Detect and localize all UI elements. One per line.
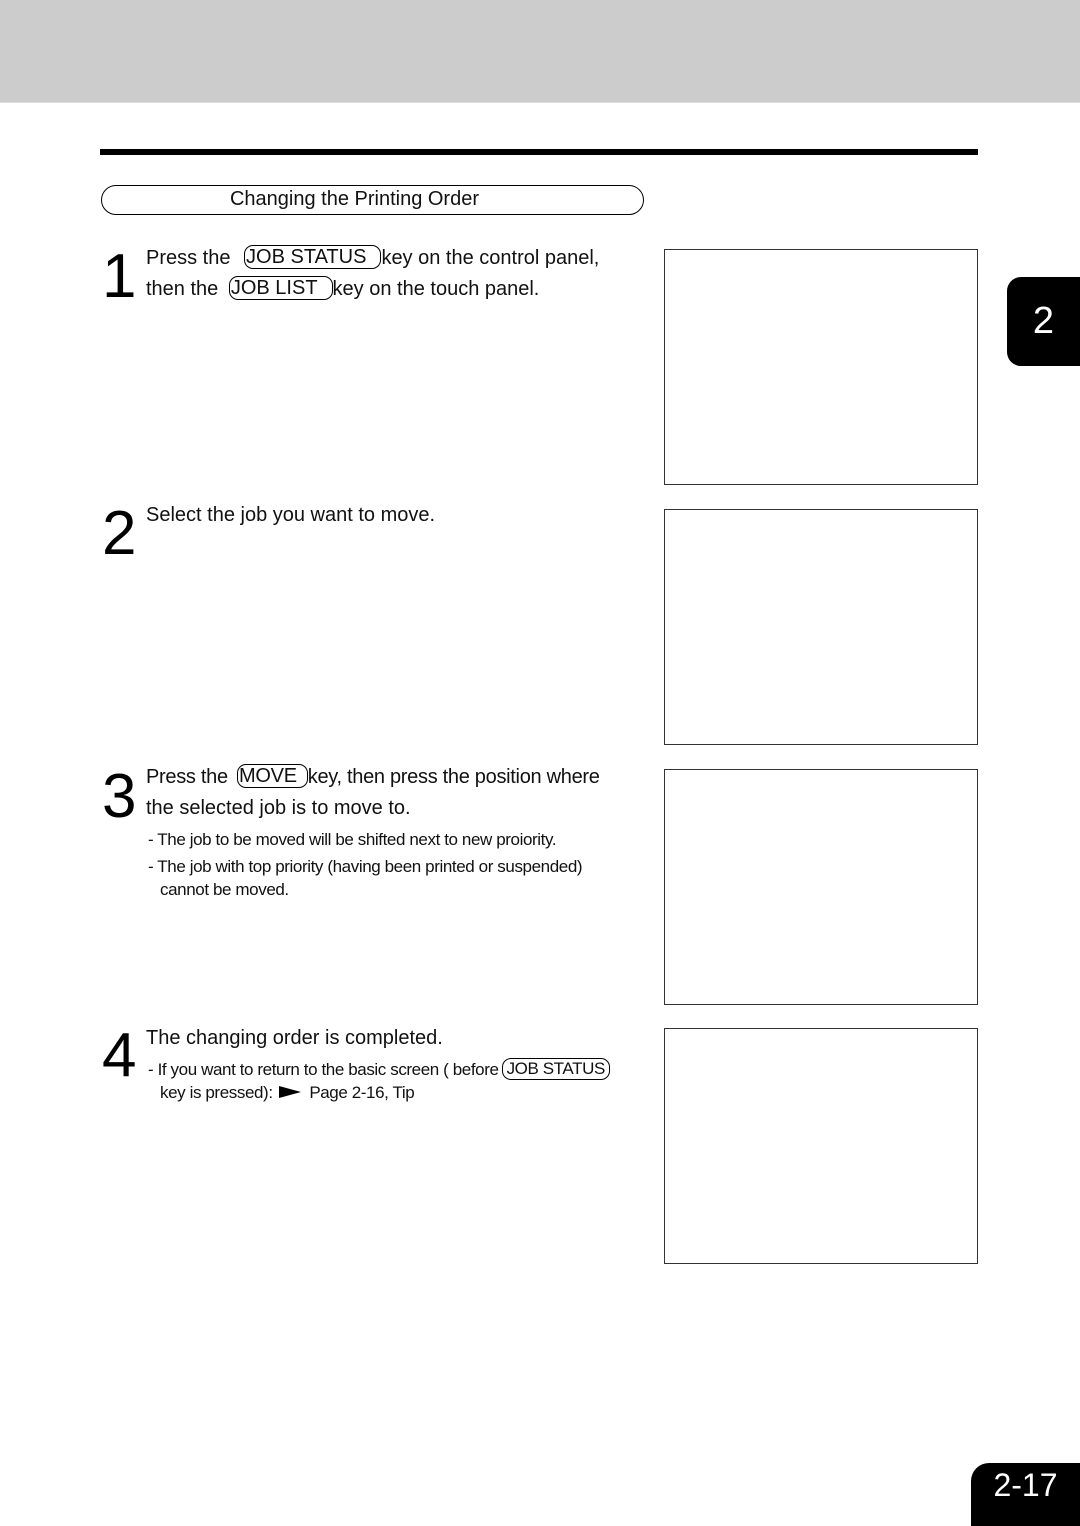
step-4-number: 4 bbox=[102, 1021, 137, 1090]
step-2-number: 2 bbox=[102, 499, 137, 568]
step-3-screen-panel bbox=[664, 769, 978, 1005]
header-band bbox=[0, 0, 1080, 103]
step-4-text: The changing order is completed. bbox=[146, 1027, 443, 1049]
step-3-line-2: the selected job is to move to. bbox=[146, 797, 411, 819]
step-3-line-1-after: key, then press the position where bbox=[307, 766, 600, 788]
step-3-note-1: - The job to be moved will be shifted ne… bbox=[148, 830, 557, 849]
section-title: Changing the Printing Order bbox=[101, 185, 644, 215]
job-status-key-ref: JOB STATUS bbox=[501, 1058, 610, 1080]
step-1-line-2: then the JOB LIST key on the touch panel. bbox=[146, 274, 539, 305]
step-4-note-line-2: key is pressed): Page 2-16, Tip bbox=[160, 1081, 415, 1104]
step-4-note-line-2-before: key is pressed): bbox=[160, 1083, 273, 1102]
right-pointer-icon bbox=[278, 1086, 301, 1098]
step-3-line-1: Press the MOVE key, then press the positi… bbox=[146, 762, 600, 793]
section-title-text: Changing the Printing Order bbox=[229, 188, 480, 210]
step-3-note-3: cannot be moved. bbox=[160, 880, 289, 899]
step-3-note-2: - The job with top priority (having been… bbox=[148, 857, 583, 876]
step-1-number: 1 bbox=[102, 242, 137, 311]
step-1-line-1: Press the JOB STATUS key on the control p… bbox=[146, 243, 599, 274]
job-status-key: JOB STATUS bbox=[244, 245, 382, 269]
page-reference-link[interactable]: Page 2-16, Tip bbox=[309, 1083, 414, 1102]
step-4-note-line-1: - If you want to return to the basic scr… bbox=[148, 1058, 610, 1081]
step-1-line-1-after: key on the control panel, bbox=[381, 247, 600, 269]
step-3-line-1-before: Press the bbox=[146, 766, 234, 788]
job-list-key: JOB LIST bbox=[228, 276, 333, 300]
move-key: MOVE bbox=[237, 764, 308, 788]
step-4-note-before: - If you want to return to the basic scr… bbox=[148, 1060, 499, 1079]
top-rule-divider bbox=[100, 149, 978, 155]
chapter-tab[interactable]: 2 bbox=[1007, 277, 1080, 366]
step-4-screen-panel bbox=[664, 1028, 978, 1264]
step-1-line-2-before: then the bbox=[146, 278, 224, 300]
page-number: 2-17 bbox=[971, 1463, 1080, 1526]
step-1-screen-panel bbox=[664, 249, 978, 485]
step-1-line-2-after: key on the touch panel. bbox=[332, 278, 540, 300]
step-1-line-1-before: Press the bbox=[146, 247, 237, 269]
step-2-screen-panel bbox=[664, 509, 978, 745]
step-2-text: Select the job you want to move. bbox=[146, 504, 436, 526]
step-3-number: 3 bbox=[102, 762, 137, 831]
